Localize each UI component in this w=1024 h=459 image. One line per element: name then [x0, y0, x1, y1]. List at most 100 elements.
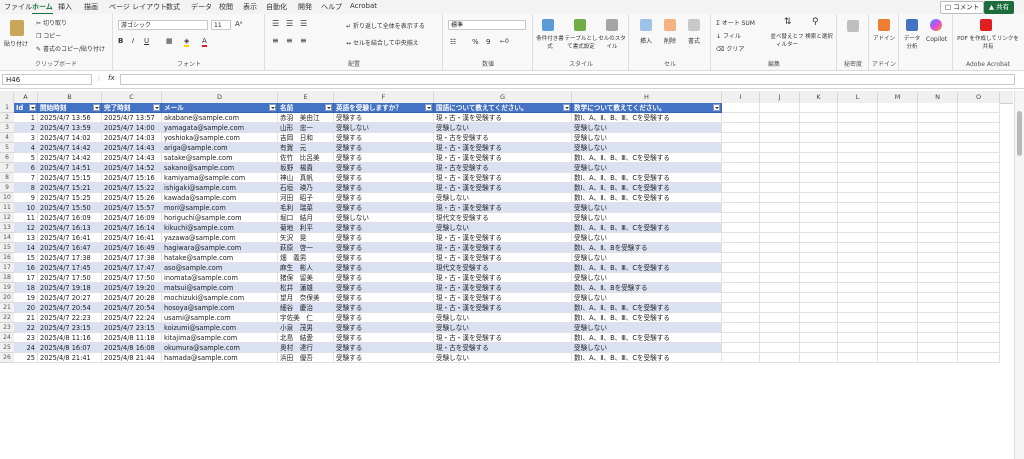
table-cell[interactable]: 数Ⅰ、A、Ⅱ、B、Ⅲ、Cを受験する [572, 333, 722, 343]
empty-cell[interactable] [958, 243, 1000, 253]
table-cell[interactable]: 2025/4/7 16:41 [38, 233, 102, 243]
empty-cell[interactable] [800, 233, 838, 243]
empty-cell[interactable] [722, 163, 760, 173]
empty-cell[interactable] [722, 213, 760, 223]
table-cell[interactable]: 2025/4/8 11:18 [102, 333, 162, 343]
empty-cell[interactable] [722, 233, 760, 243]
table-cell[interactable]: 受験しない [572, 133, 722, 143]
table-cell[interactable]: 現・古・漢を受験する [434, 273, 572, 283]
empty-cell[interactable] [760, 283, 800, 293]
empty-cell[interactable] [918, 303, 958, 313]
empty-cell[interactable] [722, 293, 760, 303]
cell-styles-button[interactable]: セルのスタイル [598, 34, 626, 50]
empty-cell[interactable] [760, 203, 800, 213]
table-cell[interactable]: 受験しない [434, 313, 572, 323]
autosum-button[interactable]: Σ オート SUM [716, 18, 755, 27]
table-cell[interactable]: 受験する [334, 113, 434, 123]
empty-cell[interactable] [760, 163, 800, 173]
empty-cell[interactable] [878, 323, 918, 333]
empty-cell[interactable] [722, 243, 760, 253]
align-left-icon[interactable]: ≡ [272, 36, 279, 45]
empty-cell[interactable] [878, 263, 918, 273]
table-cell[interactable]: 2025/4/7 15:25 [38, 193, 102, 203]
table-cell[interactable]: 現・古・漢を受験する [434, 143, 572, 153]
empty-cell[interactable] [878, 183, 918, 193]
table-cell[interactable]: 受験しない [572, 203, 722, 213]
font-grow-icon[interactable]: Aᵃ [235, 20, 243, 28]
empty-cell[interactable] [958, 143, 1000, 153]
table-cell[interactable]: 受験する [334, 153, 434, 163]
tab-page-layout[interactable]: ページ レイアウト [109, 2, 167, 12]
table-cell[interactable]: 2025/4/7 14:43 [102, 143, 162, 153]
empty-cell[interactable] [918, 313, 958, 323]
sensitivity-icon[interactable] [847, 20, 859, 32]
table-cell[interactable]: ariga@sample.com [162, 143, 278, 153]
table-cell[interactable]: 萩原 啓一 [278, 243, 334, 253]
table-cell[interactable]: 麻生 彬人 [278, 263, 334, 273]
table-cell[interactable]: 2025/4/7 16:09 [38, 213, 102, 223]
empty-cell[interactable] [838, 143, 878, 153]
table-cell[interactable]: 現・古を受験する [434, 163, 572, 173]
table-cell[interactable]: 2025/4/7 16:13 [38, 223, 102, 233]
empty-cell[interactable] [722, 113, 760, 123]
share-button[interactable]: ▲ 共有 [984, 1, 1015, 14]
number-format-select[interactable]: 標準 [448, 20, 526, 30]
table-cell[interactable]: 2025/4/7 23:15 [38, 323, 102, 333]
table-cell[interactable]: 2025/4/7 16:47 [38, 243, 102, 253]
empty-cell[interactable] [838, 183, 878, 193]
comment-button[interactable]: □ コメント [940, 1, 985, 14]
table-cell[interactable]: 山形 忠一 [278, 123, 334, 133]
column-header[interactable]: I [722, 91, 760, 103]
empty-cell[interactable] [878, 273, 918, 283]
row-number[interactable]: 12 [0, 213, 14, 223]
table-cell[interactable]: 受験する [334, 223, 434, 233]
table-cell[interactable]: 2025/4/7 16:41 [102, 233, 162, 243]
empty-cell[interactable] [918, 183, 958, 193]
table-cell[interactable]: 数Ⅰ、A、Ⅱ、B、Ⅲ、Cを受験する [572, 263, 722, 273]
empty-cell[interactable] [918, 133, 958, 143]
column-header[interactable]: M [878, 91, 918, 103]
empty-cell[interactable] [878, 203, 918, 213]
table-cell[interactable]: 現・古・漢を受験する [434, 173, 572, 183]
table-cell[interactable]: 現・古・漢を受験する [434, 253, 572, 263]
table-cell[interactable]: 現・古・漢を受験する [434, 243, 572, 253]
empty-cell[interactable] [958, 343, 1000, 353]
empty-cell[interactable] [722, 133, 760, 143]
empty-cell[interactable] [958, 303, 1000, 313]
formula-input[interactable] [120, 74, 1015, 85]
table-cell[interactable]: 2025/4/7 14:42 [38, 143, 102, 153]
table-cell[interactable]: 数Ⅰ、A、Ⅱ、Bを受験する [572, 243, 722, 253]
table-cell[interactable]: 受験する [334, 243, 434, 253]
empty-cell[interactable] [760, 233, 800, 243]
empty-cell[interactable] [800, 153, 838, 163]
table-cell[interactable]: 受験する [334, 263, 434, 273]
table-cell[interactable]: 2025/4/7 22:24 [102, 313, 162, 323]
table-cell[interactable]: 2025/4/7 20:54 [102, 303, 162, 313]
table-cell[interactable]: mori@sample.com [162, 203, 278, 213]
filter-dropdown-icon[interactable] [269, 104, 276, 111]
table-cell[interactable]: 受験する [334, 333, 434, 343]
table-header-cell[interactable]: 名前 [278, 103, 334, 113]
table-cell[interactable]: 受験しない [334, 123, 434, 133]
empty-cell[interactable] [838, 243, 878, 253]
table-cell[interactable]: 21 [14, 313, 38, 323]
scrollbar-thumb[interactable] [1017, 111, 1022, 156]
empty-cell[interactable] [760, 153, 800, 163]
empty-cell[interactable] [800, 173, 838, 183]
empty-cell[interactable] [760, 353, 800, 363]
column-header[interactable]: J [760, 91, 800, 103]
table-cell[interactable]: 有賀 元 [278, 143, 334, 153]
table-cell[interactable]: 2025/4/7 14:42 [38, 153, 102, 163]
table-cell[interactable]: 望月 奈保美 [278, 293, 334, 303]
empty-cell[interactable] [958, 233, 1000, 243]
table-cell[interactable]: 受験しない [572, 343, 722, 353]
empty-cell[interactable] [722, 193, 760, 203]
table-cell[interactable]: okumura@sample.com [162, 343, 278, 353]
table-cell[interactable]: 数Ⅰ、A、Ⅱ、B、Ⅲ、Cを受験する [572, 223, 722, 233]
empty-cell[interactable] [918, 113, 958, 123]
empty-cell[interactable] [878, 333, 918, 343]
empty-cell[interactable] [838, 313, 878, 323]
empty-cell[interactable] [800, 253, 838, 263]
table-cell[interactable]: 受験する [334, 133, 434, 143]
empty-cell[interactable] [800, 143, 838, 153]
